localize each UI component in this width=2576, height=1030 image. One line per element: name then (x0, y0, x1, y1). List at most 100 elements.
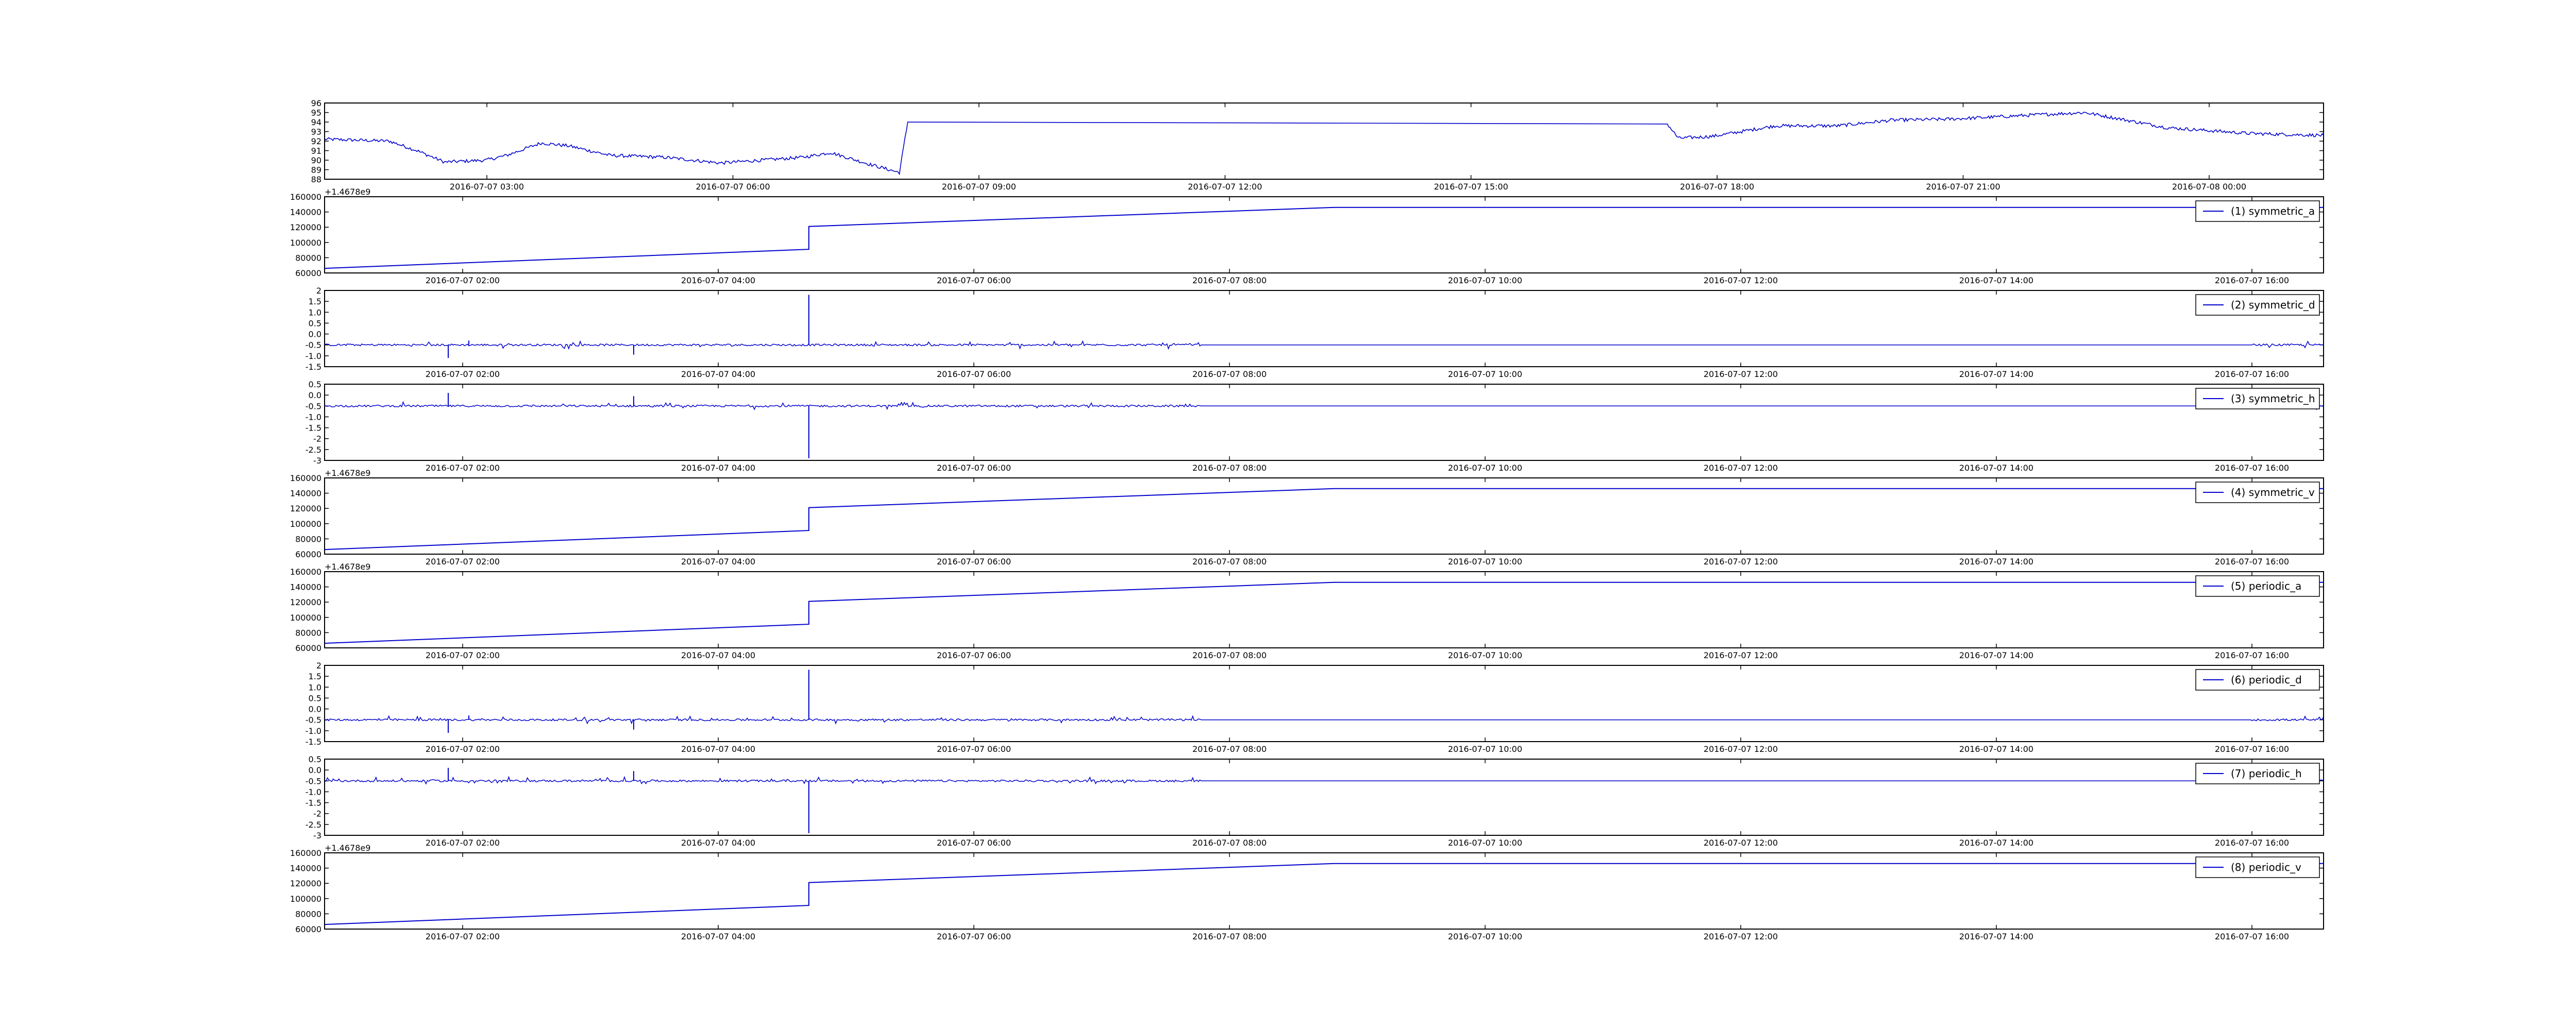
legend-label: (4) symmetric_v (2231, 486, 2315, 499)
y-tick-label: 60000 (295, 643, 321, 653)
x-tick-label: 2016-07-07 14:00 (1959, 276, 2033, 285)
y-tick-label: 140000 (290, 208, 321, 217)
x-tick-label: 2016-07-07 12:00 (1704, 463, 1778, 473)
axis-offset-label: +1.4678e9 (325, 843, 370, 853)
x-tick-label: 2016-07-07 12:00 (1704, 369, 1778, 379)
x-tick-label: 2016-07-07 10:00 (1448, 650, 1522, 660)
x-tick-label: 2016-07-07 14:00 (1959, 744, 2033, 754)
x-tick-label: 2016-07-07 10:00 (1448, 932, 1522, 941)
x-tick-label: 2016-07-07 06:00 (937, 650, 1011, 660)
y-tick-label: 160000 (290, 473, 321, 483)
x-tick-label: 2016-07-07 02:00 (426, 557, 500, 566)
y-tick-label: 88 (311, 175, 321, 184)
y-tick-label: 140000 (290, 864, 321, 873)
y-tick-label: 1.0 (309, 682, 321, 692)
legend: (3) symmetric_h (2195, 388, 2320, 409)
legend-label: (3) symmetric_h (2231, 392, 2315, 405)
y-tick-label: 120000 (290, 222, 321, 232)
x-tick-label: 2016-07-07 04:00 (681, 650, 755, 660)
x-tick-label: 2016-07-07 02:00 (426, 369, 500, 379)
y-tick-label: 100000 (290, 238, 321, 248)
y-tick-label: 0.5 (309, 380, 321, 389)
x-tick-label: 2016-07-07 08:00 (1192, 369, 1266, 379)
y-tick-label: -2 (313, 809, 321, 819)
y-tick-label: 91 (311, 146, 321, 156)
y-tick-label: 0.5 (309, 318, 321, 328)
legend-label: (6) periodic_d (2231, 674, 2302, 686)
legend-label: (7) periodic_h (2231, 767, 2302, 780)
x-tick-label: 2016-07-07 06:00 (696, 182, 770, 192)
plot-area (324, 290, 2324, 367)
x-tick-label: 2016-07-07 14:00 (1959, 369, 2033, 379)
y-tick-label: 120000 (290, 504, 321, 513)
axis-offset-label: +1.4678e9 (325, 187, 370, 197)
x-tick-label: 2016-07-07 04:00 (681, 369, 755, 379)
chart-panel-periodic_a: 60000 80000 100000 120000 140000 160000 2016-0… (290, 562, 2324, 660)
x-tick-label: 2016-07-07 08:00 (1192, 744, 1266, 754)
x-tick-label: 2016-07-08 00:00 (2172, 182, 2246, 192)
x-tick-label: 2016-07-07 02:00 (426, 276, 500, 285)
x-tick-label: 2016-07-07 10:00 (1448, 463, 1522, 473)
chart-panel-symmetric_v: 60000 80000 100000 120000 140000 160000 2016-0… (290, 468, 2324, 566)
x-tick-label: 2016-07-07 08:00 (1192, 838, 1266, 848)
x-tick-label: 2016-07-07 02:00 (426, 463, 500, 473)
y-tick-label: -3 (313, 831, 321, 840)
y-tick-label: 1.5 (309, 672, 321, 681)
chart-panel-periodic_d: -1.5-1.0-0.50.0 0.51.01.52 2016-07-07 02:0… (306, 661, 2324, 754)
y-tick-label: -2.5 (306, 445, 321, 455)
chart-panel-symmetric_a: 60000 80000 100000 120000 140000 160000 2016-0… (290, 187, 2324, 285)
legend: (7) periodic_h (2195, 763, 2320, 784)
y-tick-label: 100000 (290, 894, 321, 904)
x-tick-label: 2016-07-07 12:00 (1704, 557, 1778, 566)
x-tick-label: 2016-07-07 14:00 (1959, 932, 2033, 941)
x-tick-label: 2016-07-07 12:00 (1704, 838, 1778, 848)
x-tick-label: 2016-07-07 16:00 (2215, 463, 2289, 473)
x-tick-label: 2016-07-07 12:00 (1704, 276, 1778, 285)
x-tick-label: 2016-07-07 16:00 (2215, 650, 2289, 660)
y-tick-label: 60000 (295, 268, 321, 278)
y-tick-label: 80000 (295, 534, 321, 544)
y-tick-label: -0.5 (306, 776, 321, 786)
y-tick-label: -1.5 (306, 798, 321, 808)
y-tick-label: 140000 (290, 582, 321, 592)
y-tick-label: 1.0 (309, 307, 321, 317)
y-tick-label: 2 (316, 286, 321, 296)
y-tick-label: 80000 (295, 909, 321, 919)
y-tick-label: -2.5 (306, 820, 321, 830)
axis-offset-label: +1.4678e9 (325, 468, 370, 478)
x-tick-label: 2016-07-07 12:00 (1704, 650, 1778, 660)
x-tick-label: 2016-07-07 02:00 (426, 744, 500, 754)
legend: (6) periodic_d (2195, 669, 2320, 691)
x-tick-label: 2016-07-07 04:00 (681, 463, 755, 473)
y-tick-label: -2 (313, 434, 321, 444)
y-tick-label: -1.0 (306, 412, 321, 422)
axis-offset-label: +1.4678e9 (325, 562, 370, 572)
x-tick-label: 2016-07-07 03:00 (450, 182, 524, 192)
y-tick-label: 89 (311, 165, 321, 175)
y-tick-label: 100000 (290, 613, 321, 623)
x-tick-label: 2016-07-07 16:00 (2215, 276, 2289, 285)
y-tick-label: 80000 (295, 628, 321, 638)
legend: (2) symmetric_d (2195, 294, 2320, 316)
x-tick-label: 2016-07-07 16:00 (2215, 557, 2289, 566)
y-tick-label: -3 (313, 456, 321, 466)
x-tick-label: 2016-07-07 16:00 (2215, 838, 2289, 848)
x-tick-label: 2016-07-07 04:00 (681, 932, 755, 941)
x-tick-label: 2016-07-07 02:00 (426, 650, 500, 660)
x-tick-label: 2016-07-07 14:00 (1959, 557, 2033, 566)
y-tick-label: 0.0 (309, 330, 321, 339)
y-tick-label: 160000 (290, 848, 321, 858)
x-tick-label: 2016-07-07 14:00 (1959, 463, 2033, 473)
x-tick-label: 2016-07-07 16:00 (2215, 369, 2289, 379)
x-tick-label: 2016-07-07 10:00 (1448, 557, 1522, 566)
y-tick-label: 120000 (290, 597, 321, 607)
y-tick-label: 100000 (290, 519, 321, 529)
y-tick-label: 80000 (295, 253, 321, 263)
x-tick-label: 2016-07-07 04:00 (681, 744, 755, 754)
y-tick-label: 60000 (295, 924, 321, 934)
x-tick-label: 2016-07-07 08:00 (1192, 276, 1266, 285)
plot-area (324, 759, 2324, 836)
chart-panel-symmetric_h: -3-2.5-2-1.5-1.0-0.50.00.5 2016-07-07 02:… (306, 380, 2324, 473)
legend-label: (5) periodic_a (2231, 580, 2301, 592)
x-tick-label: 2016-07-07 06:00 (937, 932, 1011, 941)
